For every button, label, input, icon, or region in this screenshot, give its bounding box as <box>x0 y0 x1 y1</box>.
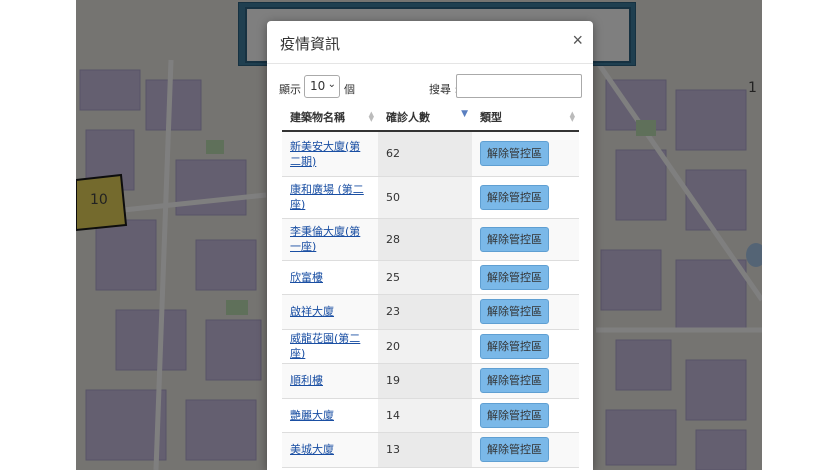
building-link[interactable]: 威龍花園(第二座) <box>290 331 368 361</box>
zone-type-button[interactable]: 解除管控區 <box>480 333 549 359</box>
case-count: 19 <box>378 363 472 399</box>
table-row: 美城大廈 13 解除管控區 <box>282 432 579 468</box>
show-entries-label: 顯示 <box>279 83 301 96</box>
case-count: 28 <box>378 218 472 261</box>
page-length-value: 10 <box>310 79 326 93</box>
zone-type-button[interactable]: 解除管控區 <box>480 264 549 290</box>
building-link[interactable]: 欣富樓 <box>290 270 368 285</box>
close-button[interactable]: × <box>572 30 583 50</box>
zone-type-button[interactable]: 解除管控區 <box>480 368 549 393</box>
table-row: 順利樓 19 解除管控區 <box>282 363 579 399</box>
sort-icon: ▲ ▼ <box>368 110 374 123</box>
case-count: 23 <box>378 294 472 330</box>
case-count: 13 <box>378 432 472 468</box>
search-input[interactable] <box>456 74 582 98</box>
column-header-building-label: 建築物名稱 <box>290 110 345 124</box>
table-row: 康和廣場 (第二座) 50 解除管控區 <box>282 176 579 219</box>
column-header-count[interactable]: 確診人數 ▼ <box>378 103 472 132</box>
info-modal: 疫情資訊 × 顯示 10 ⌄ 個 搜尋 : 建築物名稱 ▲ ▼ 確診人數 ▼ 類… <box>267 21 593 470</box>
table-row: 新美安大廈(第二期) 62 解除管控區 <box>282 131 579 177</box>
chevron-down-icon: ⌄ <box>327 79 336 90</box>
building-link[interactable]: 新美安大廈(第二期) <box>290 139 368 169</box>
column-header-building[interactable]: 建築物名稱 ▲ ▼ <box>282 103 378 132</box>
building-link[interactable]: 順利樓 <box>290 373 368 388</box>
building-link[interactable]: 李秉倫大廈(第一座) <box>290 224 368 254</box>
column-header-type-label: 類型 <box>480 110 502 124</box>
case-count: 14 <box>378 398 472 433</box>
building-link[interactable]: 艷麗大廈 <box>290 408 368 423</box>
modal-header: 疫情資訊 × <box>267 21 593 64</box>
search-label: 搜尋 : <box>429 83 459 96</box>
table-row: 威龍花園(第二座) 20 解除管控區 <box>282 329 579 364</box>
zone-type-button[interactable]: 解除管控區 <box>480 184 549 210</box>
table-row: 艷麗大廈 14 解除管控區 <box>282 398 579 433</box>
cases-table: 建築物名稱 ▲ ▼ 確診人數 ▼ 類型 ▲ ▼ 新美安大廈(第二期) 62 解除管控… <box>282 103 579 468</box>
table-row: 啟祥大廈 23 解除管控區 <box>282 294 579 330</box>
column-header-type[interactable]: 類型 ▲ ▼ <box>472 103 579 132</box>
zone-type-button[interactable]: 解除管控區 <box>480 437 549 462</box>
page-length-select[interactable]: 10 ⌄ <box>304 75 340 98</box>
building-link[interactable]: 啟祥大廈 <box>290 304 368 319</box>
sort-icon: ▲ ▼ <box>569 110 575 123</box>
case-count: 20 <box>378 329 472 364</box>
case-count: 62 <box>378 131 472 177</box>
table-controls: 顯示 10 ⌄ 個 搜尋 : <box>267 73 593 107</box>
modal-title: 疫情資訊 <box>280 35 341 53</box>
zone-type-button[interactable]: 解除管控區 <box>480 226 549 252</box>
building-link[interactable]: 美城大廈 <box>290 442 368 457</box>
table-row: 李秉倫大廈(第一座) 28 解除管控區 <box>282 218 579 261</box>
zone-type-button[interactable]: 解除管控區 <box>480 141 549 167</box>
case-count: 25 <box>378 260 472 295</box>
column-header-count-label: 確診人數 <box>386 110 430 124</box>
entries-unit-label: 個 <box>344 83 355 96</box>
table-row: 欣富樓 25 解除管控區 <box>282 260 579 295</box>
zone-type-button[interactable]: 解除管控區 <box>480 299 549 324</box>
building-link[interactable]: 康和廣場 (第二座) <box>290 182 368 212</box>
map-label-count-right: 1 <box>748 80 757 96</box>
zone-type-button[interactable]: 解除管控區 <box>480 402 549 428</box>
sort-desc-icon: ▼ <box>461 109 468 119</box>
map-label-count: 10 <box>90 192 108 208</box>
case-count: 50 <box>378 176 472 219</box>
